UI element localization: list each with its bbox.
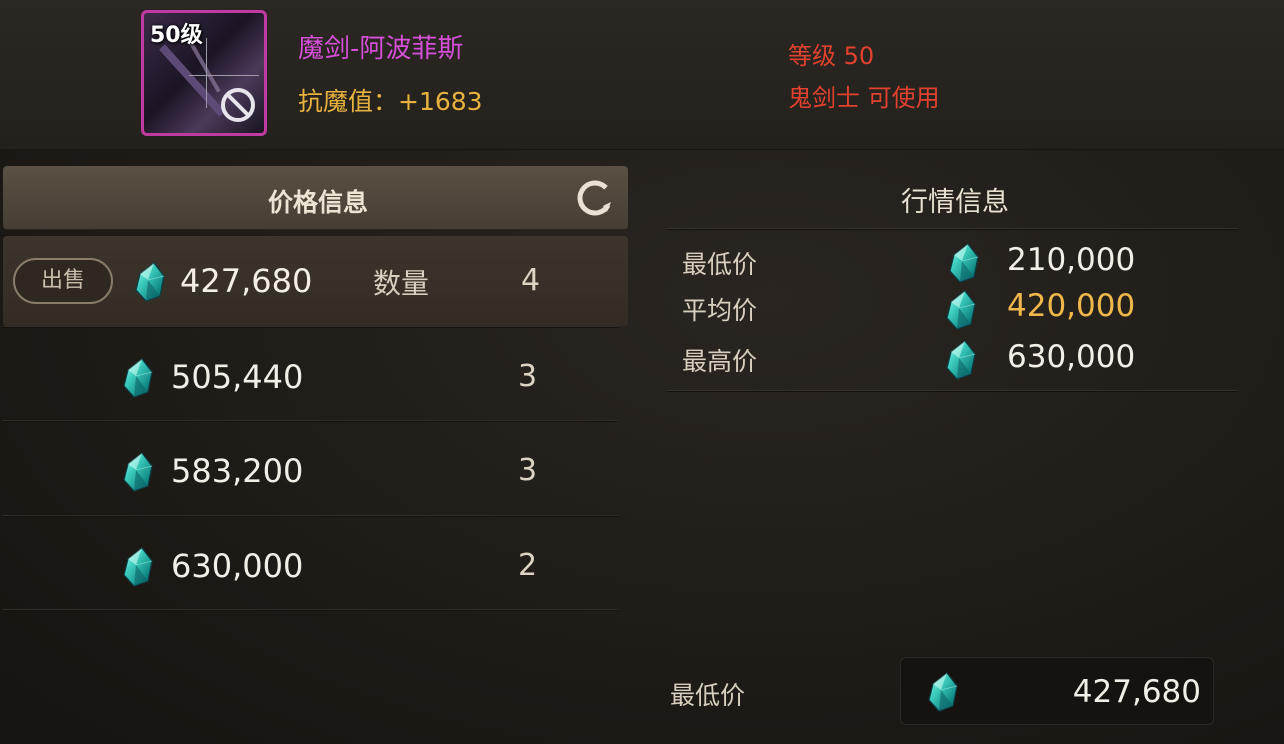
- gem-icon: [122, 358, 154, 398]
- market-label-min: 最低价: [682, 250, 758, 279]
- listing-price: 630,000: [171, 547, 304, 585]
- required-level: 等级 50: [788, 42, 875, 70]
- market-divider-bottom: [668, 390, 1238, 392]
- item-level-badge: 50级: [150, 23, 203, 48]
- refresh-icon[interactable]: [573, 176, 617, 220]
- listing-price: 583,200: [171, 452, 304, 490]
- market-panel-title: 行情信息: [901, 187, 1009, 218]
- gem-icon: [948, 243, 980, 283]
- price-panel-title: 价格信息: [267, 188, 368, 217]
- row-divider: [3, 326, 618, 328]
- gem-icon: [134, 262, 166, 302]
- icon-crosshair-v: [206, 38, 207, 108]
- gem-icon: [945, 340, 977, 380]
- footer-min-price-value: 427,680: [1072, 674, 1201, 710]
- listing-price: 427,680: [180, 262, 313, 300]
- row-divider: [3, 420, 618, 422]
- listing-price: 505,440: [171, 358, 304, 396]
- ban-icon: [221, 88, 255, 122]
- footer-min-price-label: 最低价: [670, 681, 746, 710]
- market-value-avg: 420,000: [1007, 288, 1136, 324]
- row-divider: [3, 609, 618, 611]
- listing-qty: 3: [518, 359, 538, 394]
- item-icon[interactable]: 50级: [141, 10, 267, 136]
- market-value-max: 630,000: [1007, 339, 1136, 375]
- listing-qty: 3: [518, 453, 538, 488]
- icon-crosshair-h: [189, 75, 259, 76]
- market-label-max: 最高价: [682, 347, 758, 376]
- market-value-min: 210,000: [1007, 242, 1136, 278]
- quantity-label: 数量: [373, 267, 430, 300]
- price-panel-header: 价格信息: [3, 166, 628, 230]
- market-divider-top: [668, 228, 1238, 230]
- required-class: 鬼剑士 可使用: [788, 84, 940, 112]
- gem-icon: [945, 290, 977, 330]
- listing-qty: 4: [521, 263, 541, 298]
- gem-icon: [122, 547, 154, 587]
- row-divider: [3, 515, 618, 517]
- gem-icon: [927, 672, 959, 712]
- listing-qty: 2: [518, 548, 538, 583]
- item-name: 魔剑-阿波菲斯: [298, 34, 464, 64]
- footer-price-box[interactable]: 427,680: [900, 657, 1214, 725]
- gem-icon: [122, 452, 154, 492]
- market-label-avg: 平均价: [682, 296, 758, 325]
- sell-button[interactable]: 出售: [13, 258, 113, 304]
- item-stat: 抗魔值：+1683: [298, 87, 483, 116]
